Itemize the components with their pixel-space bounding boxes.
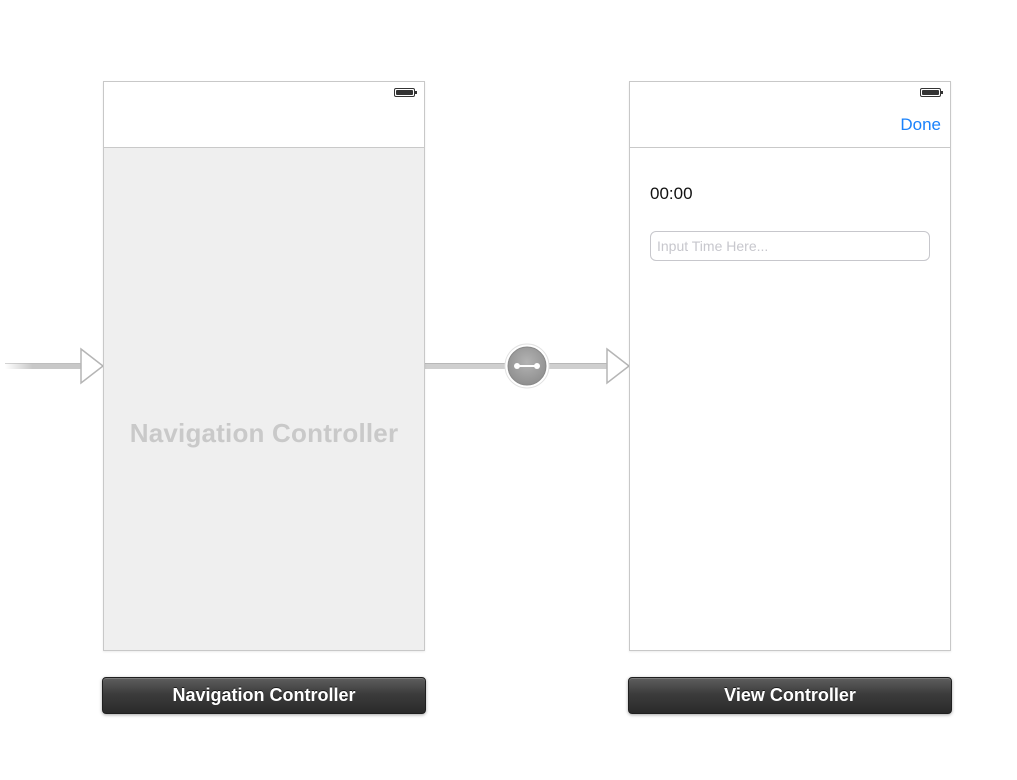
time-input-field[interactable] xyxy=(650,231,930,261)
status-bar xyxy=(104,82,424,148)
view-controller-scene[interactable]: Done 00:00 xyxy=(629,81,951,651)
navigation-controller-placeholder: Navigation Controller xyxy=(129,418,399,448)
initial-view-controller-arrow-icon[interactable] xyxy=(5,347,105,385)
view-controller-scene-label[interactable]: View Controller xyxy=(628,677,952,714)
navigation-bar: Done xyxy=(630,82,950,148)
segue-link-icon[interactable] xyxy=(504,343,550,389)
navigation-controller-body: Navigation Controller xyxy=(104,148,424,650)
navigation-controller-scene-label[interactable]: Navigation Controller xyxy=(102,677,426,714)
time-label: 00:00 xyxy=(650,184,693,203)
done-button[interactable]: Done xyxy=(900,115,941,135)
battery-icon xyxy=(394,88,417,97)
navigation-controller-scene[interactable]: Navigation Controller xyxy=(103,81,425,651)
battery-icon xyxy=(920,88,943,97)
